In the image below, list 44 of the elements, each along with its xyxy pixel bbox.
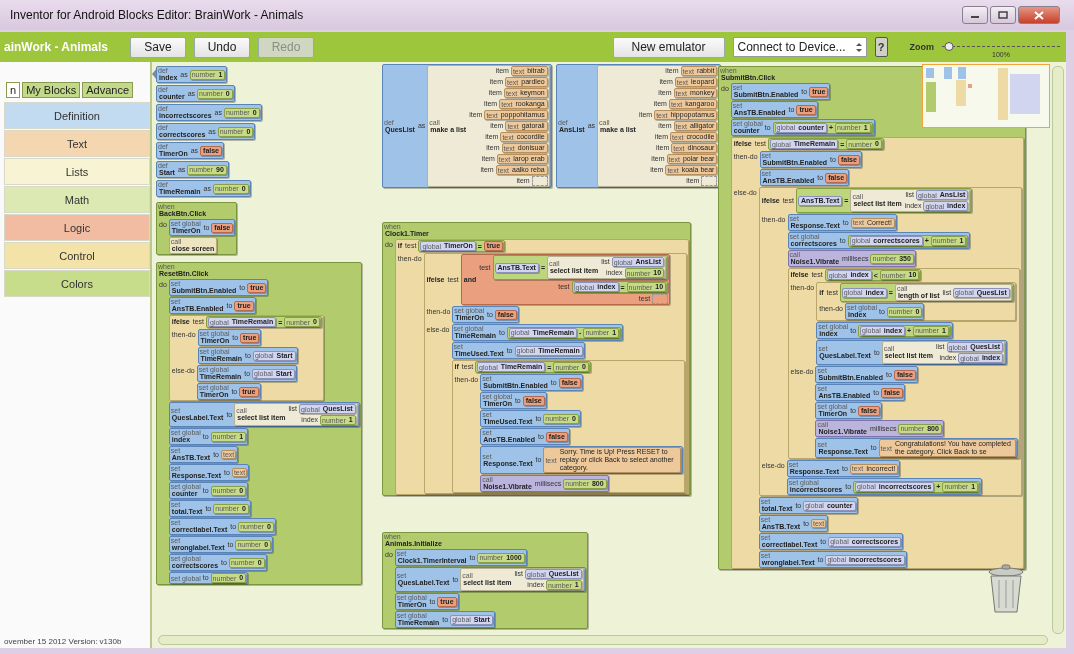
new-emulator-button[interactable]: New emulator <box>612 36 725 58</box>
event-block[interactable] <box>156 262 362 585</box>
empty-socket <box>531 176 548 186</box>
block-drawer[interactable]: Lists <box>4 158 150 185</box>
toolbar-button[interactable]: Undo <box>194 36 250 58</box>
definition-block[interactable] <box>382 64 552 188</box>
definition-block[interactable] <box>556 64 722 188</box>
conditional-block[interactable] <box>423 253 687 494</box>
dropdown-icon <box>855 42 862 52</box>
zoom-slider[interactable] <box>942 41 1060 51</box>
conditional-block[interactable] <box>730 137 1024 569</box>
palette-tab[interactable]: Advance <box>82 82 134 98</box>
block-drawer[interactable]: Control <box>4 242 150 269</box>
horizontal-scrollbar[interactable] <box>158 635 1048 645</box>
event-block[interactable] <box>382 532 588 629</box>
toolbar-button[interactable]: Save <box>130 36 186 58</box>
zoom-slider-thumb[interactable] <box>944 41 954 51</box>
palette-tab[interactable]: n <box>6 82 21 98</box>
project-title: ainWork - Animals <box>4 40 110 54</box>
conditional-block[interactable] <box>758 187 1022 496</box>
block-drawer[interactable]: Definition <box>4 102 150 129</box>
conditional-block[interactable] <box>451 360 685 493</box>
empty-socket <box>652 294 669 304</box>
block-drawer[interactable]: Logic <box>4 214 150 241</box>
maximize-icon[interactable] <box>990 6 1016 24</box>
block-drawer[interactable]: Math <box>4 186 150 213</box>
help-button[interactable]: ? <box>874 37 888 57</box>
trash-can-icon[interactable] <box>986 564 1026 614</box>
palette-tab[interactable]: My Blocks <box>22 82 81 98</box>
version-text: ovember 15 2012 Version: v130b <box>3 637 123 648</box>
minimize-icon[interactable] <box>962 6 988 24</box>
event-block[interactable] <box>718 66 1026 570</box>
device-dropdown[interactable]: Connect to Device... <box>732 37 867 57</box>
list-block[interactable] <box>597 65 720 187</box>
vertical-scrollbar[interactable] <box>1052 66 1064 634</box>
zoom-label: Zoom <box>909 42 934 52</box>
empty-socket <box>701 176 718 186</box>
list-block[interactable] <box>427 65 550 187</box>
blocks-workspace[interactable] <box>150 62 1066 648</box>
window-title: Inventor for Android Blocks Editor: BrainWork - Animals <box>10 8 305 22</box>
conditional-block[interactable] <box>787 268 1020 459</box>
block-drawer[interactable]: Text <box>4 130 150 157</box>
block-drawer[interactable]: Colors <box>4 270 150 297</box>
close-icon[interactable] <box>1018 6 1060 24</box>
